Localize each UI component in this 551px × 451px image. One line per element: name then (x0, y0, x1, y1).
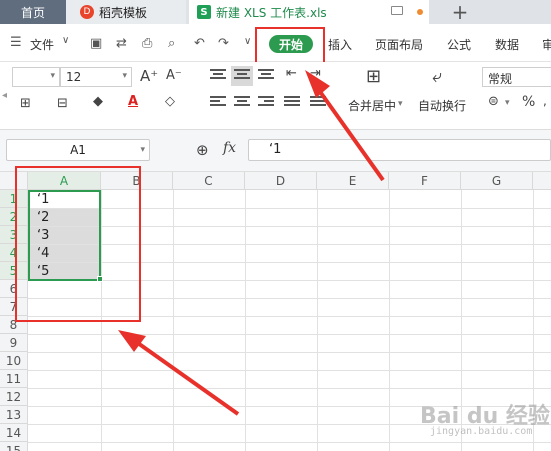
column-header[interactable]: C (173, 172, 245, 190)
row-header[interactable]: 15 (0, 442, 28, 451)
thousands-separator-icon[interactable]: , (543, 94, 547, 108)
monitor-icon[interactable] (391, 6, 403, 15)
column-header-partial[interactable] (533, 172, 551, 190)
name-box[interactable]: A1 ▾ (6, 139, 150, 161)
distribute-icon[interactable] (310, 96, 326, 110)
eraser-icon[interactable]: ◇ (165, 94, 175, 109)
indent-increase-icon[interactable]: ⇥ (310, 66, 321, 81)
column-header[interactable]: G (461, 172, 533, 190)
row-header[interactable]: 9 (0, 334, 28, 352)
menu-formula[interactable]: 公式 (447, 36, 471, 53)
chevron-down-icon: ▾ (140, 145, 145, 155)
row-header[interactable]: 12 (0, 388, 28, 406)
grid-line (245, 190, 246, 451)
align-left-icon[interactable] (210, 96, 226, 110)
font-size-value: 12 (66, 70, 82, 84)
grid-line (173, 190, 174, 451)
highlight-box-start (255, 27, 325, 67)
chevron-down-icon[interactable]: ▾ (505, 98, 510, 108)
number-format-select[interactable]: 常规 (482, 67, 551, 87)
menu-insert[interactable]: 插入 (328, 36, 352, 53)
menu-data[interactable]: 数据 (495, 36, 519, 53)
increase-font-icon[interactable]: A⁺ (140, 67, 158, 85)
indent-decrease-icon[interactable]: ⇤ (286, 66, 297, 81)
row-header[interactable]: 13 (0, 406, 28, 424)
ribbon: ◂ ▾ 12 ▾ A⁺ A⁻ ⊞ ⊟ ◆ A ◇ ⇤ ⇥ ⊞ 合并居中 ▾ ⤶ … (0, 62, 551, 130)
save-icon[interactable]: ▣ (90, 36, 102, 51)
hamburger-icon[interactable]: ☰ (10, 35, 22, 50)
align-top-icon[interactable] (210, 69, 226, 83)
align-middle-icon[interactable] (231, 66, 253, 86)
row-header[interactable]: 11 (0, 370, 28, 388)
menu-review[interactable]: 审 (542, 36, 551, 53)
tab-home[interactable]: 首页 (0, 0, 66, 24)
font-color-icon[interactable]: A (128, 94, 138, 109)
chevron-down-icon[interactable]: ∨ (62, 35, 69, 46)
justify-icon[interactable] (284, 96, 300, 110)
merge-center-button[interactable]: 合并居中 (348, 97, 396, 114)
font-size-select[interactable]: 12 ▾ (60, 67, 132, 87)
grid-line (28, 370, 551, 371)
decrease-font-icon[interactable]: A⁻ (166, 68, 182, 83)
align-center-icon[interactable] (234, 96, 250, 110)
fill-color-icon[interactable]: ◆ (93, 94, 103, 109)
align-right-icon[interactable] (258, 96, 274, 110)
tab-docer[interactable]: D 稻壳模板 (66, 0, 186, 24)
grid-line (317, 190, 318, 451)
menu-file[interactable]: 文件 (30, 36, 54, 53)
grid-line (389, 190, 390, 451)
row-header[interactable]: 10 (0, 352, 28, 370)
chevron-down-icon: ▾ (50, 71, 55, 81)
merge-cells-icon[interactable]: ⊞ (366, 66, 381, 87)
more-chevron-icon[interactable]: ∨ (244, 36, 251, 47)
wrap-text-button[interactable]: 自动换行 (418, 97, 466, 114)
align-bottom-icon[interactable] (258, 69, 274, 83)
border-icon[interactable]: ⊞ (20, 96, 31, 111)
chevron-down-icon: ▾ (122, 71, 127, 81)
format-icon[interactable]: ⊟ (57, 96, 68, 111)
cell-reference: A1 (70, 143, 86, 157)
undo-icon[interactable]: ↶ (194, 36, 205, 51)
tab-file[interactable]: S 新建 XLS 工作表.xls (189, 0, 429, 24)
number-format-value: 常规 (488, 72, 513, 86)
column-header[interactable]: F (389, 172, 461, 190)
tab-bar: 首页 D 稻壳模板 S 新建 XLS 工作表.xls + (0, 0, 551, 24)
row-header[interactable]: 14 (0, 424, 28, 442)
tab-file-label: 新建 XLS 工作表.xls (216, 5, 327, 20)
ribbon-scroll-left-icon[interactable]: ◂ (2, 90, 7, 101)
column-header[interactable]: D (245, 172, 317, 190)
unsaved-dot-icon (417, 9, 423, 15)
redo-icon[interactable]: ↷ (218, 36, 229, 51)
menu-page-layout[interactable]: 页面布局 (375, 36, 423, 53)
chevron-down-icon[interactable]: ▾ (398, 99, 403, 109)
grid-line (28, 334, 551, 335)
grid-line (28, 352, 551, 353)
add-tab-button[interactable]: + (440, 0, 480, 24)
spreadsheet-icon: S (197, 5, 211, 19)
export-icon[interactable]: ⇄ (116, 36, 127, 51)
docer-logo-icon: D (80, 5, 94, 19)
wrap-text-icon[interactable]: ⤶ (432, 66, 442, 87)
tab-home-label: 首页 (20, 5, 45, 20)
zoom-search-icon[interactable]: ⊕ (196, 141, 209, 159)
fx-button[interactable]: fx (223, 140, 236, 156)
highlight-box-data (15, 166, 141, 322)
tab-docer-label: 稻壳模板 (99, 5, 148, 20)
font-name-select[interactable]: ▾ (12, 67, 60, 87)
print-icon[interactable]: ⎙ (142, 36, 152, 51)
percent-button[interactable]: % (522, 94, 535, 110)
formula-input[interactable]: ‘1 (248, 139, 551, 161)
watermark-url: jingyan.baidu.com (430, 426, 533, 437)
print-preview-icon[interactable]: ⌕ (168, 36, 175, 51)
currency-icon[interactable]: ⊜ (488, 94, 499, 109)
column-header[interactable]: E (317, 172, 389, 190)
grid-line (28, 388, 551, 389)
grid-line (28, 442, 551, 443)
